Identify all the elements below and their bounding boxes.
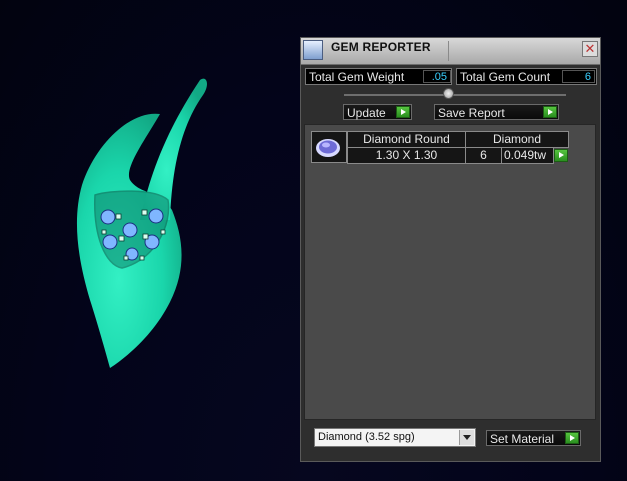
gem-material-cell: Diamond (465, 131, 569, 148)
diamond-stone-2 (122, 222, 138, 238)
gem-reporter-icon (303, 40, 323, 60)
diamond-stone-4 (102, 234, 118, 250)
divider-slider-knob[interactable] (443, 88, 454, 99)
row-expand-arrow-icon[interactable] (554, 149, 568, 162)
total-gem-count-value: 6 (562, 70, 595, 83)
play-arrow-icon (543, 106, 557, 118)
divider-slider-track[interactable] (344, 94, 566, 96)
window-title: GEM REPORTER (331, 40, 431, 54)
total-gem-count: Total Gem Count 6 (456, 68, 597, 85)
set-material-button[interactable]: Set Material (486, 430, 581, 446)
round-diamond-icon (316, 139, 340, 157)
material-dropdown[interactable]: Diamond (3.52 spg) (314, 428, 476, 447)
gem-shape-cell: Diamond Round (347, 131, 466, 148)
diamond-stone-1 (100, 209, 116, 225)
gem-count-cell: 6 (465, 147, 502, 164)
total-gem-count-label: Total Gem Count (460, 70, 551, 84)
pendant-model (76, 78, 207, 368)
material-dropdown-value: Diamond (3.52 spg) (318, 431, 415, 443)
gem-size-cell: 1.30 X 1.30 (347, 147, 466, 164)
total-gem-weight-value: .05 (423, 70, 451, 83)
update-button[interactable]: Update (343, 104, 412, 120)
diamond-stone-3 (148, 208, 164, 224)
total-gem-weight-label: Total Gem Weight (309, 70, 405, 84)
close-button[interactable]: ✕ (582, 41, 598, 57)
play-arrow-icon (565, 432, 579, 444)
set-material-button-label: Set Material (490, 432, 555, 446)
save-report-button-label: Save Report (438, 106, 505, 120)
gem-weight-cell: 0.049tw (501, 147, 554, 164)
title-divider (448, 41, 449, 61)
close-icon: ✕ (584, 41, 596, 56)
chevron-down-icon (459, 430, 474, 445)
play-arrow-icon (396, 106, 410, 118)
title-bar[interactable]: GEM REPORTER ✕ (301, 38, 600, 65)
update-button-label: Update (347, 106, 386, 120)
total-gem-weight: Total Gem Weight .05 (305, 68, 452, 85)
gem-thumbnail[interactable] (311, 131, 347, 163)
gem-reporter-panel: GEM REPORTER ✕ Total Gem Weight .05 Tota… (300, 37, 601, 462)
gem-list[interactable]: Diamond Round Diamond 1.30 X 1.30 6 0.04… (304, 124, 596, 420)
save-report-button[interactable]: Save Report (434, 104, 559, 120)
